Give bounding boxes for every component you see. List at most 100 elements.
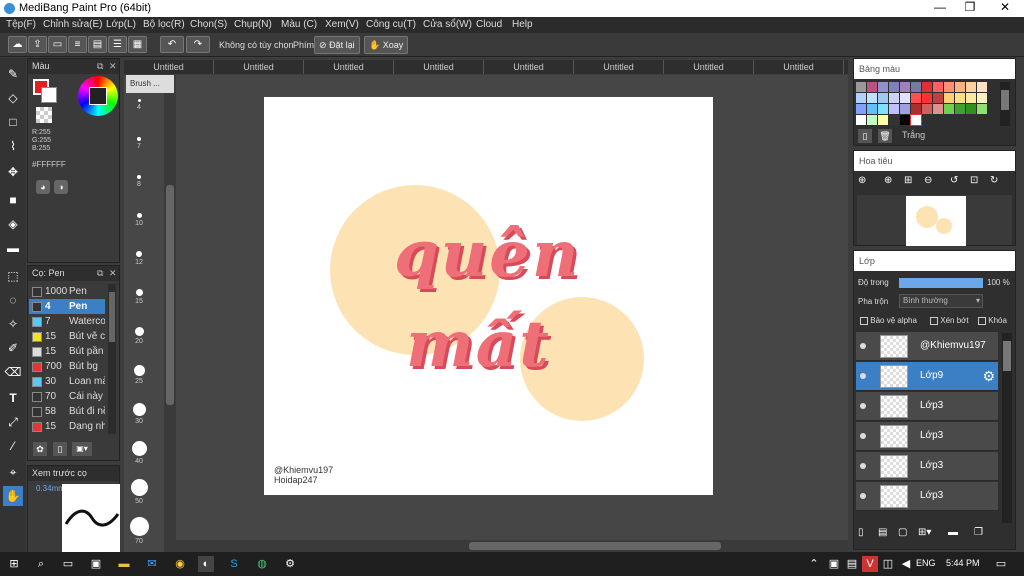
menu-cloud[interactable]: Cloud bbox=[476, 19, 502, 30]
palette-swatch[interactable] bbox=[910, 114, 922, 126]
palette-icon[interactable]: ◕ bbox=[36, 180, 50, 194]
cloud-icon[interactable]: ☁ bbox=[8, 36, 27, 53]
palette-swatch[interactable] bbox=[878, 104, 888, 114]
palette-swatch[interactable] bbox=[933, 82, 943, 92]
brush-size-option[interactable]: 20 bbox=[124, 327, 154, 345]
palette-swatch[interactable] bbox=[856, 93, 866, 103]
layer-visibility-icon[interactable] bbox=[860, 493, 866, 499]
opacity-slider[interactable] bbox=[899, 278, 983, 288]
clipping-option[interactable]: Xén bớt bbox=[930, 316, 969, 325]
brush-size-option[interactable]: 50 bbox=[124, 479, 154, 505]
palette-swatch[interactable] bbox=[922, 82, 932, 92]
chrome-icon[interactable]: ◉ bbox=[172, 556, 188, 572]
brush-tool-icon[interactable]: ✎ bbox=[3, 64, 23, 84]
drawing-canvas[interactable]: quên mất @Khiemvu197 Hoidap247 bbox=[264, 97, 713, 495]
dropper-tool-icon[interactable]: ⁄ bbox=[3, 436, 23, 456]
layer-row[interactable]: @Khiemvu197 bbox=[856, 332, 998, 361]
palette-swatch[interactable] bbox=[856, 104, 866, 114]
palette-swatch[interactable] bbox=[867, 115, 877, 125]
brush-size-option[interactable]: 12 bbox=[124, 251, 154, 266]
palette-swatch[interactable] bbox=[878, 82, 888, 92]
brush-item[interactable]: 700 Bút bg bbox=[29, 359, 105, 374]
trash-icon[interactable]: 🗑 bbox=[878, 129, 892, 143]
brush-item[interactable]: 70 Cái này c bbox=[29, 389, 105, 404]
brush-size-option[interactable]: 7 bbox=[124, 137, 154, 150]
undo-icon[interactable]: ↶ bbox=[160, 36, 184, 53]
protect-alpha-checkbox[interactable] bbox=[860, 316, 868, 325]
pen-curve-tool-icon[interactable]: ⌇ bbox=[3, 136, 23, 156]
palette-add-icon[interactable]: ◑ bbox=[54, 180, 68, 194]
shape-tool-icon[interactable]: □ bbox=[3, 112, 23, 132]
zoom-icon[interactable]: ⊕ bbox=[858, 175, 874, 191]
lock-checkbox[interactable] bbox=[978, 316, 986, 325]
layer-row[interactable]: Lớp3 bbox=[856, 452, 998, 481]
menu-view[interactable]: Xem(V) bbox=[325, 19, 359, 30]
background-color-swatch[interactable] bbox=[41, 87, 57, 103]
menu-color[interactable]: Màu (C) bbox=[281, 19, 317, 30]
palette-swatch[interactable] bbox=[911, 104, 921, 114]
brush-item[interactable]: 15 Bút vẽ c bbox=[29, 329, 105, 344]
select-eraser-tool-icon[interactable]: ⌫ bbox=[3, 362, 23, 382]
brush-item[interactable]: 30 Loan mà bbox=[29, 374, 105, 389]
settings-gear-icon[interactable]: ⚙ bbox=[282, 556, 298, 572]
file-explorer-icon[interactable]: ▬ bbox=[116, 556, 132, 572]
minimize-icon[interactable]: — bbox=[925, 0, 955, 17]
tab-untitled[interactable]: Untitled bbox=[304, 60, 394, 74]
brush-size-option[interactable]: 40 bbox=[124, 441, 154, 465]
navigator-view[interactable] bbox=[857, 195, 1012, 246]
palette-swatch[interactable] bbox=[966, 82, 976, 92]
layer-visibility-icon[interactable] bbox=[860, 343, 866, 349]
palette-swatch[interactable] bbox=[911, 93, 921, 103]
app-icon[interactable]: ◍ bbox=[254, 556, 270, 572]
new-bw-layer-icon[interactable]: ▢ bbox=[898, 527, 907, 538]
palette-swatch[interactable] bbox=[856, 82, 866, 92]
tab-untitled[interactable]: Untitled bbox=[664, 60, 754, 74]
palette-new-icon[interactable]: ▯ bbox=[858, 129, 872, 143]
layer-scrollbar[interactable] bbox=[1002, 333, 1012, 523]
brush-item[interactable]: 4 Pen bbox=[29, 299, 105, 314]
palette-scrollbar[interactable] bbox=[1000, 82, 1010, 126]
palette-swatch[interactable] bbox=[977, 93, 987, 103]
tab-untitled[interactable]: Untitled bbox=[394, 60, 484, 74]
palette-swatch[interactable] bbox=[856, 115, 866, 125]
brush-list-scrollbar[interactable] bbox=[108, 284, 116, 434]
lasso-tool-icon[interactable]: ◌ bbox=[3, 290, 23, 310]
canvas-horizontal-scrollbar[interactable] bbox=[164, 540, 848, 552]
palette-swatch[interactable] bbox=[878, 93, 888, 103]
palette-swatch[interactable] bbox=[911, 82, 921, 92]
layer-visibility-icon[interactable] bbox=[860, 373, 866, 379]
brush-size-option[interactable]: 30 bbox=[124, 403, 154, 425]
brush-size-option[interactable]: 10 bbox=[124, 213, 154, 227]
magic-wand-tool-icon[interactable]: ✧ bbox=[3, 314, 23, 334]
brush-size-option[interactable]: 25 bbox=[124, 365, 154, 385]
tab-untitled[interactable]: Untitled bbox=[484, 60, 574, 74]
palette-swatch[interactable] bbox=[889, 93, 899, 103]
select-rect-tool-icon[interactable]: ⬚ bbox=[3, 266, 23, 286]
select-pen-tool-icon[interactable]: ✐ bbox=[3, 338, 23, 358]
palette-swatch[interactable] bbox=[944, 104, 954, 114]
brush-item[interactable]: 7 Waterco bbox=[29, 314, 105, 329]
brush-item[interactable]: 58 Bút đi nề bbox=[29, 404, 105, 419]
brush-new-icon[interactable]: ▯ bbox=[53, 442, 67, 456]
menu-select[interactable]: Chọn(S) bbox=[190, 19, 227, 30]
menu-edit[interactable]: Chỉnh sửa(E) bbox=[43, 19, 103, 30]
palette-swatch[interactable] bbox=[966, 93, 976, 103]
palette-swatch[interactable] bbox=[900, 82, 910, 92]
comment-icon[interactable]: ▭ bbox=[48, 36, 67, 53]
menu-layer[interactable]: Lớp(L) bbox=[106, 19, 136, 30]
vertical-scroll-thumb[interactable] bbox=[166, 185, 174, 405]
detach-icon[interactable]: ⧉ bbox=[97, 266, 103, 281]
rotate-right-icon[interactable]: ↻ bbox=[990, 175, 1006, 191]
brush-menu-icon[interactable]: ▣▾ bbox=[72, 442, 92, 456]
palette-swatch[interactable] bbox=[867, 93, 877, 103]
share-icon[interactable]: ⇪ bbox=[28, 36, 47, 53]
duplicate-icon[interactable]: ❐ bbox=[974, 527, 983, 538]
close-icon[interactable]: ✕ bbox=[109, 59, 117, 74]
brush-size-option[interactable]: 15 bbox=[124, 289, 154, 305]
palette-swatch[interactable] bbox=[966, 104, 976, 114]
tab-untitled[interactable]: Untitled bbox=[124, 60, 214, 74]
palette-swatch[interactable] bbox=[944, 82, 954, 92]
close-icon[interactable]: ✕ bbox=[109, 266, 117, 281]
fill-rect-tool-icon[interactable]: ■ bbox=[3, 190, 23, 210]
rotate-button[interactable]: ✋ Xoay bbox=[364, 36, 409, 54]
